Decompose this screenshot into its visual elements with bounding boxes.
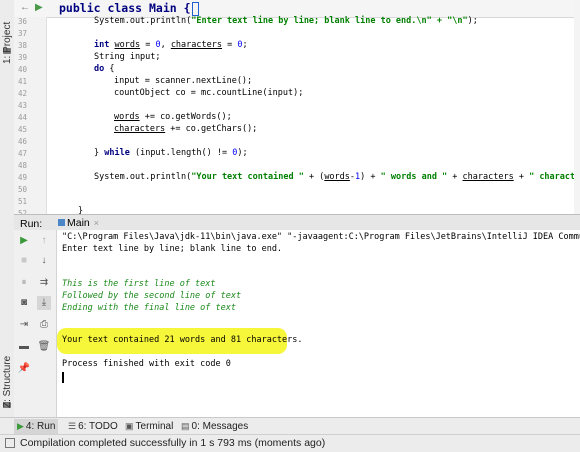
pause-icon[interactable]: ⏸ [17,276,31,290]
editor-scrollbar[interactable] [574,0,580,214]
code-line-49: System.out.println("Your text contained … [94,172,580,182]
print-icon[interactable]: ⎙ [37,318,51,332]
run-panel-header: Run: Main × [14,214,580,231]
code-line-40: do { [94,64,115,74]
console-result: Your text contained 21 words and 81 char… [62,335,303,345]
exit-icon[interactable]: ⇥ [17,318,31,332]
soft-wrap-icon[interactable]: ⇉ [37,276,51,290]
run-label: Run: [20,218,43,230]
console-input-line: This is the first line of text [62,279,216,289]
bottom-tool-tabs: ▶ 4: Run ☰ 6: TODO ▣ Terminal ▤ 0: Messages [0,417,580,435]
run-icon: ▶ [17,421,24,431]
structure-tab-label: Z: Structure [2,355,13,408]
code-line-44: words += co.getWords(); [114,112,232,122]
breadcrumb-text: public class Main { [59,1,191,15]
code-line-39: String input; [94,52,161,62]
line-number: 50 [18,185,28,194]
line-number: 42 [18,89,28,98]
status-bar: Compilation completed successfully in 1 … [0,434,580,452]
line-number: 43 [18,101,28,110]
code-line-47: } while (input.length() != 0); [94,148,248,158]
run-config-icon [58,219,65,226]
line-number: 39 [18,53,28,62]
console-input-line: Followed by the second line of text [62,291,242,301]
code-line-36: System.out.println("Enter text line by l… [94,16,478,26]
line-number: 45 [18,125,28,134]
trash-icon[interactable]: 🗑 [37,340,51,354]
run-tab-main[interactable]: Main × [54,217,103,229]
line-number: 48 [18,161,28,170]
line-number: 41 [18,77,28,86]
text-cursor-icon [191,1,199,16]
tab-messages[interactable]: ▤ 0: Messages [181,421,248,432]
tab-run-label: 4: Run [25,421,56,432]
terminal-icon: ▣ [125,421,134,431]
breadcrumb-class[interactable]: public class Main { [59,1,199,16]
tab-messages-label: 0: Messages [191,421,249,432]
line-number: 38 [18,41,28,50]
tab-todo-label: 6: TODO [78,421,118,432]
line-number: 36 [18,17,28,26]
rerun-icon[interactable]: ▶ [17,234,31,248]
console-prompt: Enter text line by line; blank line to e… [62,244,283,254]
tab-terminal-label: Terminal [135,421,174,432]
pin-icon[interactable]: 📌 [17,362,31,376]
left-tool-strip: 1: Project Z: Structure [0,0,15,451]
line-number: 47 [18,149,28,158]
scroll-down-icon[interactable]: ↓ [37,254,51,268]
line-number: 49 [18,173,28,182]
line-number: 44 [18,113,28,122]
line-number: 51 [18,197,28,206]
console-input-line: Ending with the final line of text [62,303,236,313]
back-icon[interactable]: ← [20,2,30,13]
structure-tool-tab[interactable]: Z: Structure [0,348,14,408]
stop-icon[interactable]: ■ [17,254,31,268]
code-line-52: } [78,206,84,214]
console-command: "C:\Program Files\Java\jdk-11\bin\java.e… [62,232,580,242]
line-number: 40 [18,65,28,74]
project-tab-label: 1: Project [2,21,13,64]
scroll-to-end-icon[interactable]: ⤓ [37,296,51,310]
status-icon[interactable] [5,438,15,448]
console-caret [62,372,64,383]
line-number: 46 [18,137,28,146]
code-line-42: countObject co = mc.countLine(input); [114,88,304,98]
run-toolbar: ▶ ↑ ■ ↓ ⏸ ⇉ ◙ ⤓ ⇥ ⎙ ▬ 🗑 📌 [14,230,57,417]
layout-icon[interactable]: ▬ [17,340,31,354]
code-line-45: characters += co.getChars(); [114,124,258,134]
code-editor[interactable]: ← ▶ public class Main { 36 37 38 39 40 4… [14,0,580,214]
console-exit-message: Process finished with exit code 0 [62,359,231,369]
run-tab-label: Main [67,217,90,229]
todo-icon: ☰ [68,421,77,431]
status-text: Compilation completed successfully in 1 … [20,437,326,449]
tab-run[interactable]: ▶ 4: Run [14,419,59,434]
console-output[interactable]: "C:\Program Files\Java\jdk-11\bin\java.e… [57,230,580,417]
code-line-38: int words = 0, characters = 0; [94,40,248,50]
tab-terminal[interactable]: ▣ Terminal [125,421,173,432]
messages-icon: ▤ [181,421,190,431]
close-icon[interactable]: × [94,218,99,228]
project-tool-tab[interactable]: 1: Project [0,4,14,64]
tab-todo[interactable]: ☰ 6: TODO [68,421,118,432]
line-number: 37 [18,29,28,38]
camera-icon[interactable]: ◙ [17,296,31,310]
line-number-gutter: 36 37 38 39 40 41 42 43 44 45 46 47 48 4… [14,17,47,214]
scroll-up-icon[interactable]: ↑ [37,234,51,248]
forward-icon[interactable]: ▶ [35,2,43,13]
code-line-41: input = scanner.nextLine(); [114,76,253,86]
